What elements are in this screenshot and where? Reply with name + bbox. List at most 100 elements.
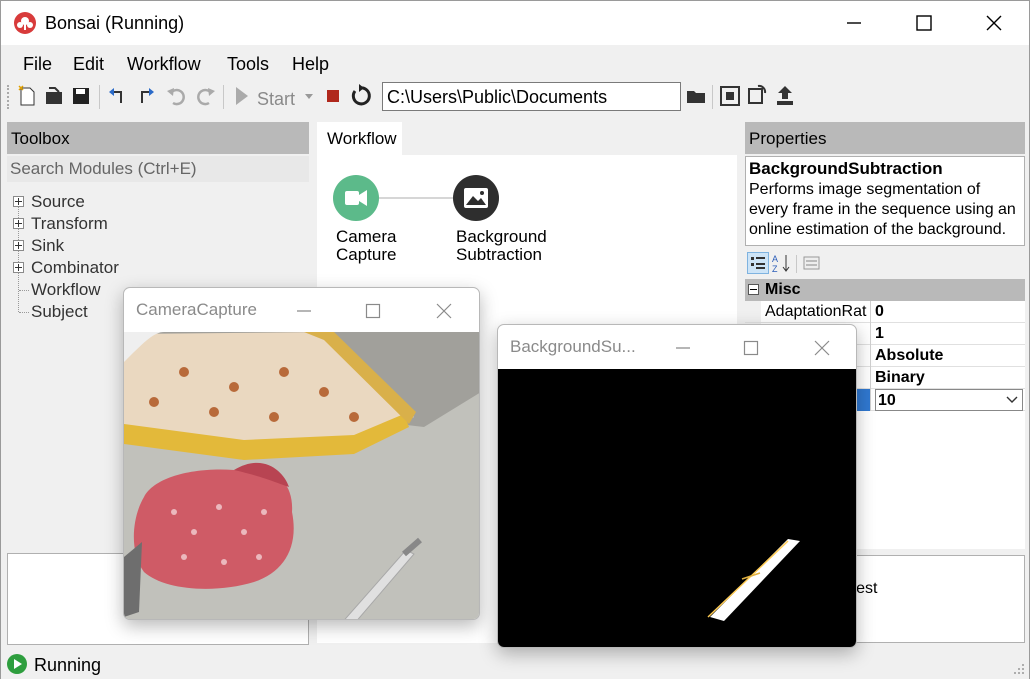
- redo-step-button[interactable]: [132, 83, 158, 109]
- property-value[interactable]: Binary: [875, 367, 1025, 389]
- visualizer-title: BackgroundSu...: [510, 337, 636, 356]
- expand-icon[interactable]: [13, 196, 24, 207]
- property-value[interactable]: Absolute: [875, 345, 1025, 367]
- minimize-button[interactable]: [289, 296, 319, 326]
- minimize-icon: [847, 22, 861, 24]
- open-button[interactable]: [41, 83, 67, 109]
- property-value[interactable]: 1: [875, 323, 1025, 345]
- svg-text:Z: Z: [772, 264, 778, 274]
- toolbar-separator: [99, 85, 100, 109]
- camera-capture-window[interactable]: CameraCapture: [123, 287, 480, 620]
- property-value: 10: [878, 392, 896, 409]
- status-bar: Running: [1, 651, 1029, 679]
- toolbox-item-subject[interactable]: Subject: [31, 302, 88, 322]
- resize-grip-icon[interactable]: [1011, 661, 1025, 675]
- export-button[interactable]: [772, 83, 798, 109]
- menu-file[interactable]: File: [23, 54, 52, 75]
- restart-icon: [351, 84, 371, 106]
- toolbox-item-workflow[interactable]: Workflow: [31, 280, 101, 300]
- node-label-camera-capture: Camera Capture: [336, 228, 396, 264]
- category-misc[interactable]: Misc: [745, 279, 1025, 301]
- package-manager-button[interactable]: [717, 83, 743, 109]
- toolbox-item-source[interactable]: Source: [31, 192, 85, 212]
- close-icon: [814, 340, 830, 356]
- dropdown-arrow-icon: [305, 94, 313, 99]
- collapse-icon[interactable]: [748, 284, 759, 295]
- menu-workflow[interactable]: Workflow: [127, 54, 201, 75]
- minimize-button[interactable]: [668, 333, 698, 363]
- property-row[interactable]: AdaptationRat 0: [745, 301, 1025, 323]
- maximize-button[interactable]: [736, 333, 766, 363]
- menu-help[interactable]: Help: [292, 54, 329, 75]
- chevron-down-icon[interactable]: [1006, 396, 1018, 404]
- restart-button[interactable]: [347, 83, 373, 109]
- open-folder-button[interactable]: [684, 83, 710, 109]
- gallery-icon: [748, 84, 767, 104]
- node-label-line: Capture: [336, 245, 397, 264]
- undo-button[interactable]: [164, 83, 190, 109]
- expand-icon[interactable]: [13, 240, 24, 251]
- toolbox-item-sink[interactable]: Sink: [31, 236, 64, 256]
- property-value[interactable]: 0: [875, 301, 1025, 323]
- close-button[interactable]: [959, 1, 1029, 45]
- redo-icon: [197, 88, 215, 106]
- play-icon: [236, 87, 248, 105]
- properties-description: BackgroundSubtraction Performs image seg…: [745, 156, 1025, 246]
- toolbox-item-combinator[interactable]: Combinator: [31, 258, 119, 278]
- tree-guide-line: [19, 312, 29, 313]
- node-label-background-subtraction: Background Subtraction: [456, 228, 547, 264]
- redo-step-icon: [141, 88, 154, 103]
- window-title: Bonsai (Running): [45, 13, 185, 33]
- maximize-button[interactable]: [889, 1, 959, 45]
- categorized-button[interactable]: [747, 252, 769, 274]
- save-icon: [73, 88, 89, 104]
- close-button[interactable]: [807, 333, 837, 363]
- node-label-line: Camera: [336, 227, 397, 246]
- start-button[interactable]: [229, 83, 255, 109]
- start-dropdown-button[interactable]: [299, 83, 319, 109]
- undo-step-button[interactable]: [105, 83, 131, 109]
- menu-bar: File Edit Workflow Tools Help: [1, 45, 1029, 79]
- gallery-button[interactable]: [744, 83, 770, 109]
- close-icon: [986, 15, 1002, 31]
- menu-edit[interactable]: Edit: [73, 54, 104, 75]
- title-bar: Bonsai (Running): [1, 1, 1029, 45]
- property-value-dropdown[interactable]: 10: [875, 389, 1023, 411]
- tab-workflow[interactable]: Workflow: [317, 122, 402, 156]
- bonsai-logo-icon: [14, 12, 36, 34]
- maximize-icon: [916, 15, 932, 31]
- properties-header: Properties: [745, 122, 1025, 154]
- workflow-graph: [333, 175, 499, 221]
- alphabetical-button[interactable]: AZ: [771, 252, 793, 274]
- selected-node-name: BackgroundSubtraction: [749, 159, 943, 178]
- close-button[interactable]: [429, 296, 459, 326]
- undo-icon: [167, 88, 185, 106]
- toolbox-search-input[interactable]: Search Modules (Ctrl+E): [7, 156, 309, 182]
- property-pages-button[interactable]: [801, 252, 823, 274]
- maximize-icon: [365, 303, 381, 319]
- save-button[interactable]: [68, 83, 94, 109]
- maximize-icon: [743, 340, 759, 356]
- video-camera-icon: [345, 190, 367, 206]
- new-file-icon: [18, 85, 35, 106]
- background-subtraction-window[interactable]: BackgroundSu...: [497, 324, 857, 648]
- directory-path-field[interactable]: C:\Users\Public\Documents: [382, 82, 681, 111]
- new-button[interactable]: [14, 83, 40, 109]
- segmentation-output-image: [498, 369, 856, 647]
- redo-button[interactable]: [192, 83, 218, 109]
- sort-alphabetical-icon: AZ: [772, 254, 790, 274]
- stop-icon: [327, 90, 339, 102]
- start-label[interactable]: Start: [257, 89, 295, 110]
- expand-icon[interactable]: [13, 218, 24, 229]
- camera-frame-image: [124, 332, 479, 619]
- expand-icon[interactable]: [13, 262, 24, 273]
- property-pages-icon: [803, 256, 820, 270]
- menu-tools[interactable]: Tools: [227, 54, 269, 75]
- maximize-button[interactable]: [358, 296, 388, 326]
- toolbox-item-transform[interactable]: Transform: [31, 214, 108, 234]
- stop-button[interactable]: [320, 83, 346, 109]
- visualizer-title: CameraCapture: [136, 300, 257, 319]
- minimize-button[interactable]: [819, 1, 889, 45]
- toolbar-separator: [223, 85, 224, 109]
- close-icon: [436, 303, 452, 319]
